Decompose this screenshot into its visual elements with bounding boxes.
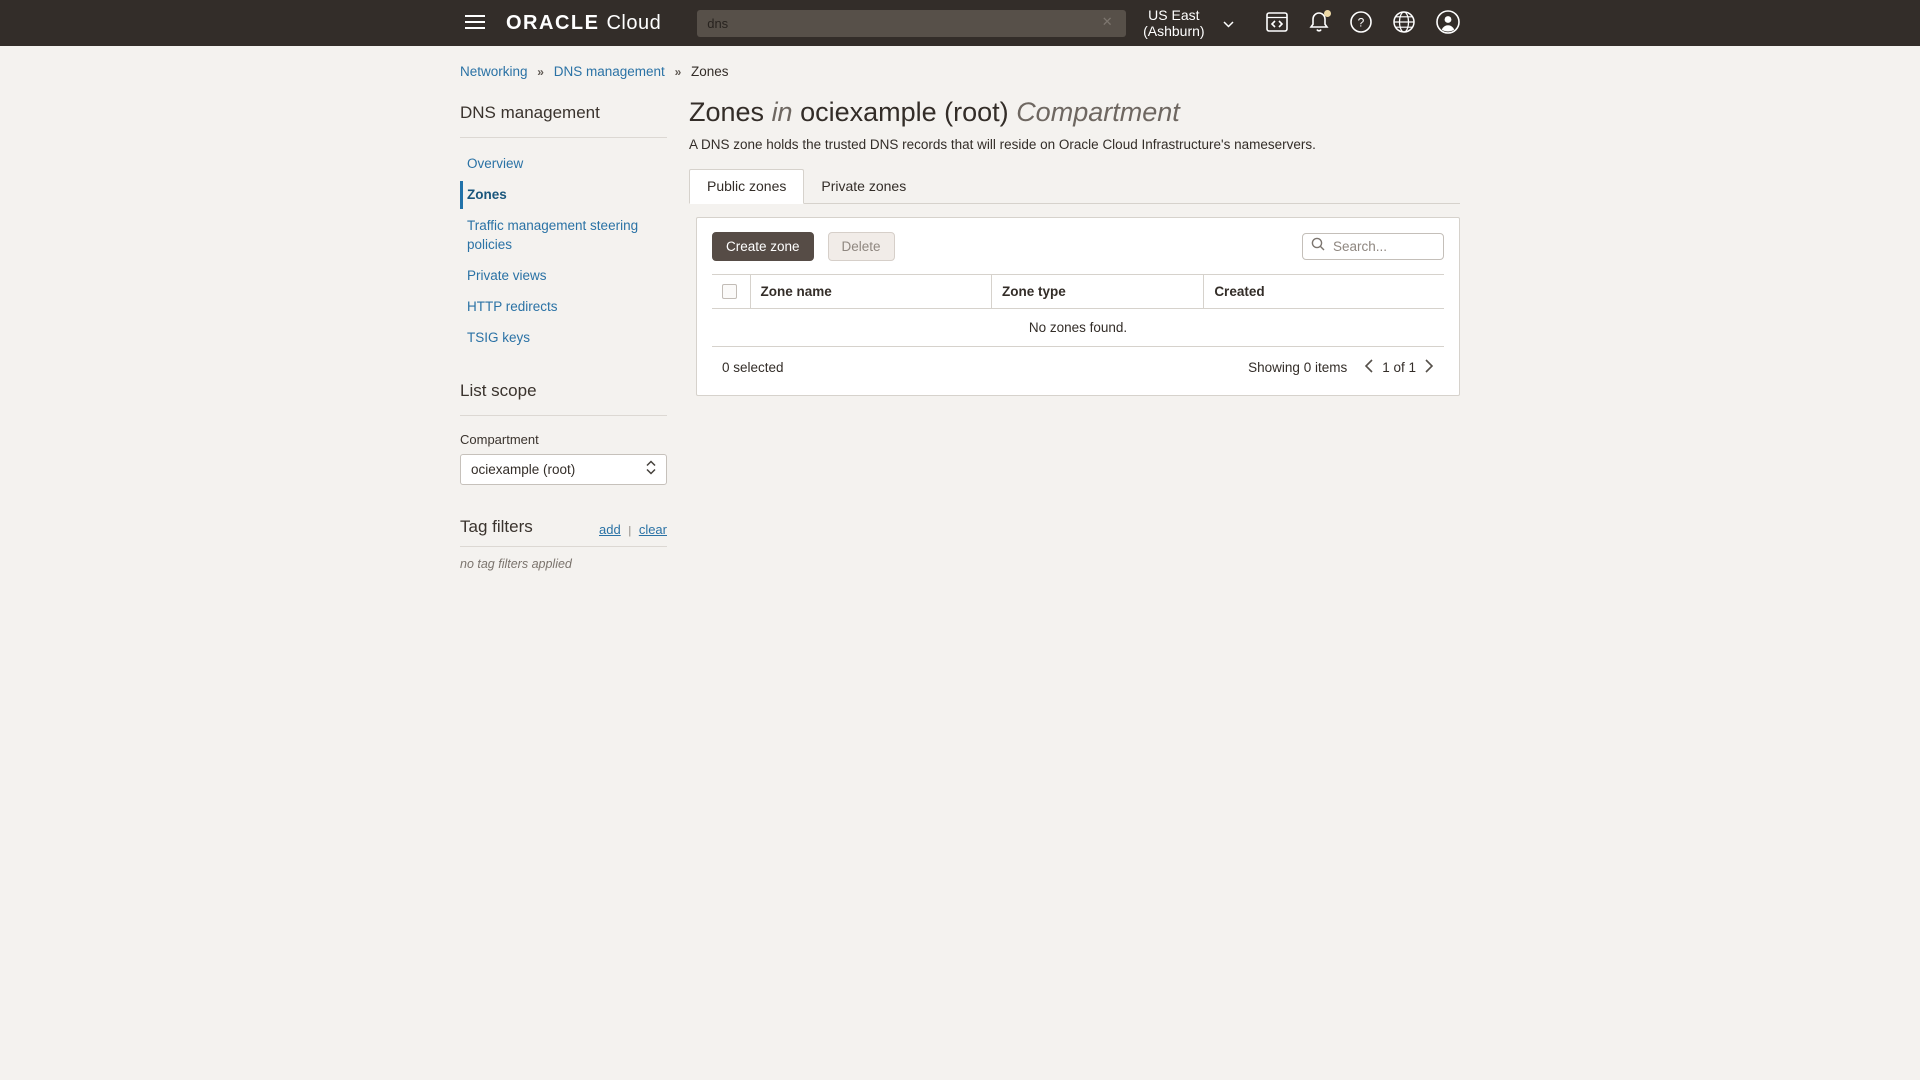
breadcrumb-current-zones: Zones	[691, 64, 729, 79]
previous-page-button[interactable]	[1364, 359, 1373, 376]
logo-oracle-text: ORACLE	[506, 11, 600, 34]
logo-cloud-text: Cloud	[606, 11, 662, 34]
create-zone-button[interactable]: Create zone	[712, 232, 814, 261]
region-selector[interactable]: US East (Ashburn)	[1126, 6, 1240, 40]
column-header-created: Created	[1203, 274, 1444, 309]
avatar-icon	[1436, 9, 1460, 37]
sidebar: DNS management Overview Zones Traffic ma…	[460, 93, 667, 571]
zones-panel: Create zone Delete Search... Zone name Z…	[696, 217, 1460, 396]
empty-state-row: No zones found.	[712, 308, 1444, 347]
tab-public-zones[interactable]: Public zones	[689, 169, 805, 204]
compartment-selected-value: ociexample (root)	[471, 461, 576, 477]
breadcrumb-separator: »	[674, 65, 682, 79]
search-clear-button[interactable]: ✕	[1096, 14, 1119, 29]
globe-icon	[1393, 10, 1415, 36]
tag-filters-empty-text: no tag filters applied	[460, 556, 572, 571]
delete-button[interactable]: Delete	[827, 232, 895, 261]
page-title-zones: Zones	[689, 97, 765, 127]
zones-table: Zone name Zone type Created No zones fou…	[712, 274, 1444, 347]
language-button[interactable]	[1393, 10, 1415, 36]
sidebar-item-tsig-keys[interactable]: TSIG keys	[460, 324, 667, 352]
breadcrumb-separator: »	[537, 65, 544, 79]
notification-badge	[1324, 9, 1331, 17]
chevron-right-icon	[1425, 359, 1434, 376]
page-indicator: 1 of 1	[1382, 360, 1416, 375]
empty-state-message: No zones found.	[712, 308, 1444, 347]
global-search: ✕	[697, 9, 1126, 37]
sidebar-item-traffic-management[interactable]: Traffic management steering policies	[460, 212, 667, 258]
sidebar-item-overview[interactable]: Overview	[460, 150, 667, 178]
next-page-button[interactable]	[1425, 359, 1434, 376]
showing-items-text: Showing 0 items	[1248, 360, 1348, 375]
profile-button[interactable]	[1436, 9, 1460, 37]
selected-count: 0 selected	[722, 360, 784, 375]
page-title-in: in	[771, 97, 793, 127]
main-content: Zones in ociexample (root) Compartment A…	[689, 93, 1460, 396]
hamburger-icon	[464, 14, 486, 33]
breadcrumb-networking[interactable]: Networking	[460, 64, 528, 79]
help-icon: ?	[1350, 10, 1372, 36]
region-label: US East (Ashburn)	[1143, 7, 1205, 39]
page-title-compartment-name: ociexample (root)	[800, 97, 1009, 127]
sidebar-title: DNS management	[460, 103, 667, 138]
tag-filters-header: Tag filters add | clear	[460, 517, 667, 547]
notifications-button[interactable]	[1309, 9, 1331, 36]
top-navigation-bar: ORACLE Cloud ✕ US East (Ashburn)	[0, 0, 1920, 46]
cloud-shell-icon	[1266, 11, 1288, 35]
tag-filters-title: Tag filters	[460, 516, 533, 536]
zones-search	[1302, 233, 1444, 260]
sidebar-nav: Overview Zones Traffic management steeri…	[460, 150, 667, 353]
tag-filter-add-link[interactable]: add	[599, 522, 621, 537]
zones-toolbar: Create zone Delete	[712, 232, 1444, 261]
sidebar-item-zones[interactable]: Zones	[460, 181, 667, 210]
svg-text:?: ?	[1358, 15, 1365, 29]
sidebar-item-private-views[interactable]: Private views	[460, 262, 667, 290]
hamburger-menu-button[interactable]	[460, 10, 490, 37]
tag-filter-clear-link[interactable]: clear	[639, 522, 667, 537]
column-header-zone-type: Zone type	[991, 274, 1205, 309]
zones-tabs: Public zones Private zones	[689, 169, 1460, 204]
tag-filter-links-separator: |	[628, 524, 632, 537]
cloud-shell-button[interactable]	[1266, 11, 1288, 35]
table-header-row: Zone name Zone type Created	[712, 274, 1444, 309]
breadcrumb: Networking » DNS management » Zones	[460, 64, 1460, 79]
global-search-input[interactable]	[697, 9, 1126, 37]
page-subtitle: A DNS zone holds the trusted DNS records…	[689, 137, 1316, 152]
page-title: Zones in ociexample (root) Compartment	[689, 97, 1460, 128]
column-header-zone-name: Zone name	[750, 274, 993, 309]
chevron-left-icon	[1364, 359, 1373, 376]
page-title-compartment-word: Compartment	[1016, 97, 1180, 127]
table-footer: 0 selected Showing 0 items 1 of 1	[712, 347, 1444, 380]
zones-search-input[interactable]	[1331, 238, 1435, 255]
chevron-down-icon	[1223, 15, 1234, 31]
list-scope-title: List scope	[460, 381, 667, 416]
tab-private-zones[interactable]: Private zones	[804, 169, 923, 203]
breadcrumb-dns-management[interactable]: DNS management	[554, 64, 665, 79]
pagination: 1 of 1	[1364, 359, 1434, 376]
help-button[interactable]: ?	[1350, 10, 1372, 36]
oracle-cloud-logo[interactable]: ORACLE Cloud	[506, 12, 661, 35]
select-all-checkbox[interactable]	[722, 284, 737, 299]
select-chevrons-icon	[646, 460, 656, 478]
compartment-select[interactable]: ociexample (root)	[460, 453, 667, 485]
search-icon	[1311, 237, 1325, 256]
sidebar-item-http-redirects[interactable]: HTTP redirects	[460, 293, 667, 321]
compartment-label: Compartment	[460, 431, 539, 447]
close-icon: ✕	[1101, 13, 1113, 29]
